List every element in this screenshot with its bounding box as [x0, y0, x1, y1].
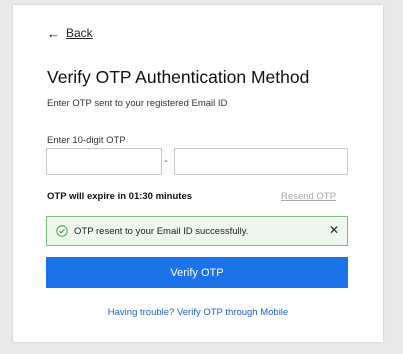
- verify-otp-button[interactable]: Verify OTP: [46, 257, 348, 288]
- otp-card: ← Back Verify OTP Authentication Method …: [13, 5, 383, 342]
- back-link[interactable]: ← Back: [47, 26, 93, 40]
- page-subtitle: Enter OTP sent to your registered Email …: [47, 98, 228, 109]
- otp-input-part-1[interactable]: [46, 148, 162, 175]
- otp-field-label: Enter 10-digit OTP: [47, 135, 126, 146]
- arrow-left-icon: ←: [47, 25, 60, 41]
- check-circle-icon: [56, 225, 68, 237]
- resend-otp-link[interactable]: Resend OTP: [281, 191, 336, 202]
- page-title: Verify OTP Authentication Method: [47, 67, 310, 87]
- back-link-label: Back: [66, 26, 93, 40]
- otp-expiry-text: OTP will expire in 01:30 minutes: [47, 191, 193, 202]
- otp-input-part-2[interactable]: [174, 148, 348, 175]
- close-icon[interactable]: ✕: [329, 224, 339, 236]
- success-alert: OTP resent to your Email ID successfully…: [46, 216, 348, 246]
- otp-separator: -: [164, 155, 168, 167]
- verify-through-mobile-link[interactable]: Having trouble? Verify OTP through Mobil…: [13, 307, 383, 318]
- success-alert-message: OTP resent to your Email ID successfully…: [74, 225, 249, 237]
